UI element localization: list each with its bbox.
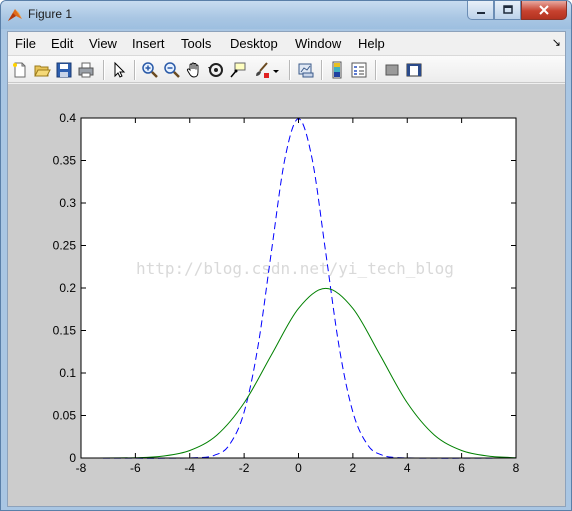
x-tick-label: 6 — [458, 461, 465, 475]
menu-edit[interactable]: Edit — [51, 36, 73, 51]
minimize-icon — [476, 12, 485, 14]
y-tick-label: 0.35 — [53, 154, 77, 168]
menu-tools[interactable]: Tools — [181, 36, 211, 51]
x-tick-label: -6 — [130, 461, 141, 475]
window-title: Figure 1 — [28, 7, 73, 21]
y-tick-label: 0.3 — [59, 196, 76, 210]
menu-help[interactable]: Help — [358, 36, 385, 51]
toolbar-separator — [321, 60, 322, 80]
rotate-3d-icon[interactable] — [207, 61, 225, 79]
pan-hand-icon[interactable] — [185, 61, 203, 79]
maximize-button[interactable] — [494, 1, 521, 20]
x-tick-label: -4 — [184, 461, 195, 475]
minimize-button[interactable] — [467, 1, 494, 20]
figure-window: Figure 1 File Edit View Insert Tools Des… — [0, 0, 572, 511]
axes-background — [81, 118, 516, 458]
y-tick-label: 0.15 — [53, 324, 77, 338]
print-icon[interactable] — [77, 61, 95, 79]
toolbar-separator — [134, 60, 135, 80]
menu-file[interactable]: File — [15, 36, 36, 51]
y-tick-label: 0.05 — [53, 409, 77, 423]
watermark-text: http://blog.csdn.net/yi_tech_blog — [136, 259, 454, 278]
figure-client-area: File Edit View Insert Tools Desktop Wind… — [7, 31, 566, 507]
x-tick-label: 4 — [404, 461, 411, 475]
figure-canvas: http://blog.csdn.net/yi_tech_blog -8 -6 -4 -… — [8, 84, 565, 506]
menu-desktop[interactable]: Desktop — [230, 36, 278, 51]
dock-arrow-icon[interactable]: ↘ — [552, 36, 561, 49]
y-tick-label: 0.25 — [53, 239, 77, 253]
new-figure-icon[interactable] — [11, 61, 29, 79]
close-icon — [539, 5, 549, 15]
plot-axes[interactable]: http://blog.csdn.net/yi_tech_blog -8 -6 -4 -… — [8, 84, 565, 506]
figure-toolbar — [8, 55, 565, 83]
link-plot-icon[interactable] — [297, 61, 315, 79]
save-icon[interactable] — [55, 61, 73, 79]
menu-view[interactable]: View — [89, 36, 117, 51]
toolbar-separator — [103, 60, 104, 80]
brush-icon[interactable] — [253, 61, 271, 79]
zoom-out-icon[interactable] — [163, 61, 181, 79]
x-tick-label: -2 — [239, 461, 250, 475]
y-tick-label: 0 — [69, 451, 76, 465]
brush-dropdown-icon[interactable] — [271, 61, 281, 79]
title-bar[interactable]: Figure 1 — [1, 1, 571, 29]
toolbar-separator — [375, 60, 376, 80]
hide-plot-tools-icon[interactable] — [383, 61, 401, 79]
y-tick-label: 0.2 — [59, 281, 76, 295]
edit-plot-arrow-icon[interactable] — [110, 61, 128, 79]
open-file-icon[interactable] — [33, 61, 51, 79]
menu-window[interactable]: Window — [295, 36, 341, 51]
x-tick-label: 8 — [513, 461, 520, 475]
close-button[interactable] — [521, 1, 567, 20]
show-plot-tools-icon[interactable] — [405, 61, 423, 79]
menu-bar: File Edit View Insert Tools Desktop Wind… — [8, 32, 565, 54]
y-tick-label: 0.4 — [59, 111, 76, 125]
insert-colorbar-icon[interactable] — [328, 61, 346, 79]
matlab-app-icon — [8, 9, 22, 21]
x-tick-label: -8 — [76, 461, 87, 475]
data-cursor-icon[interactable] — [229, 61, 247, 79]
x-tick-label: 2 — [350, 461, 357, 475]
toolbar-separator — [289, 60, 290, 80]
y-tick-label: 0.1 — [59, 366, 76, 380]
menu-insert[interactable]: Insert — [132, 36, 165, 51]
zoom-in-icon[interactable] — [141, 61, 159, 79]
x-tick-label: 0 — [295, 461, 302, 475]
maximize-icon — [502, 5, 513, 14]
insert-legend-icon[interactable] — [350, 61, 368, 79]
